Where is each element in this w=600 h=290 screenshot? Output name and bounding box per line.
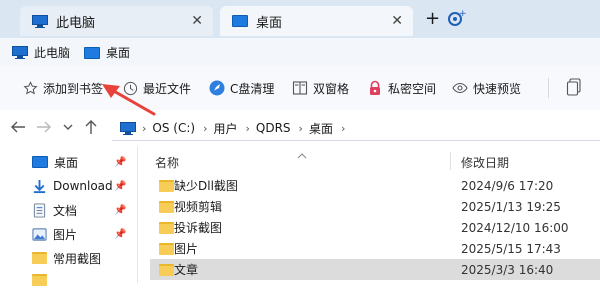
breadcrumb-user[interactable]: QDRS › — [256, 121, 303, 135]
breadcrumb-users[interactable]: 用户 › — [213, 120, 249, 137]
tab-bar: 此电脑 ✕ 桌面 ✕ + + — [0, 0, 600, 38]
nav-item-desktop[interactable]: 桌面 📌 — [32, 152, 132, 172]
breadcrumb-drive[interactable]: OS (C:) › — [152, 121, 207, 135]
chevron-right-icon: › — [142, 121, 147, 135]
file-row-selected[interactable]: 文章 2025/3/3 16:40 — [150, 259, 600, 280]
folder-icon — [159, 180, 174, 192]
toolbar: 添加到书签 最近文件 C盘清理 双窗格 私密空间 快速预览 — [0, 66, 600, 111]
file-modified: 2024/9/6 17:20 — [461, 178, 554, 193]
navigation-pane: 桌面 📌 Download 📌 文档 📌 图片 📌 常用截图 — [0, 146, 138, 286]
column-header-name[interactable]: 名称 — [155, 154, 179, 171]
tab-this-pc[interactable]: 此电脑 ✕ — [20, 6, 213, 36]
bookmark-bar: 此电脑 桌面 — [0, 38, 600, 66]
address-bar[interactable]: › OS (C:) › 用户 › QDRS › 桌面 › — [112, 116, 600, 141]
new-tab-button[interactable]: + — [425, 9, 440, 29]
close-icon[interactable]: ✕ — [191, 13, 203, 29]
file-row[interactable]: 缺少Dll截图 2024/9/6 17:20 — [150, 175, 600, 196]
address-row: › OS (C:) › 用户 › QDRS › 桌面 › — [0, 110, 600, 146]
c-cleanup-label: C盘清理 — [230, 81, 275, 96]
desktop-icon — [84, 46, 100, 59]
nav-item-label: 图片 — [53, 227, 78, 242]
file-row[interactable]: 投诉截图 2024/12/10 16:00 — [150, 217, 600, 238]
bookmark-label: 桌面 — [106, 46, 131, 60]
tab-options-icon[interactable]: + — [446, 8, 467, 28]
close-icon[interactable]: ✕ — [391, 13, 403, 29]
nav-item-download[interactable]: Download 📌 — [32, 176, 132, 196]
dual-pane-button[interactable]: 双窗格 — [292, 78, 349, 98]
file-modified: 2024/12/10 16:00 — [461, 220, 569, 235]
tab-label: 此电脑 — [56, 15, 96, 31]
breadcrumb-desktop[interactable]: 桌面 › — [309, 120, 345, 137]
nav-item-label: 桌面 — [54, 155, 79, 170]
desktop-icon — [32, 156, 48, 168]
quick-preview-button[interactable]: 快速预览 — [452, 78, 521, 98]
file-modified: 2025/3/3 16:40 — [461, 262, 554, 277]
monitor-icon — [32, 14, 48, 28]
bookmark-this-pc[interactable]: 此电脑 — [12, 44, 70, 61]
nav-item-pictures[interactable]: 图片 📌 — [32, 224, 132, 244]
file-name: 图片 — [174, 242, 199, 256]
nav-item-label: 常用截图 — [53, 251, 102, 266]
file-modified: 2025/1/13 19:25 — [461, 199, 561, 214]
add-bookmark-label: 添加到书签 — [43, 81, 104, 96]
folder-icon — [32, 252, 47, 264]
column-divider[interactable] — [450, 152, 451, 170]
nav-item-label: 文档 — [53, 203, 78, 218]
private-space-button[interactable]: 私密空间 — [367, 78, 436, 98]
tab-desktop[interactable]: 桌面 ✕ — [220, 6, 413, 36]
toolbar-divider — [548, 78, 549, 98]
pin-icon[interactable]: 📌 — [114, 181, 126, 192]
nav-item-label: Download — [53, 179, 113, 193]
document-icon — [32, 202, 47, 218]
back-arrow-icon[interactable] — [9, 118, 27, 140]
file-name: 文章 — [174, 263, 199, 277]
nav-item-folder[interactable] — [32, 270, 132, 290]
pin-icon[interactable]: 📌 — [114, 229, 126, 240]
file-row[interactable]: 视频剪辑 2025/1/13 19:25 — [150, 196, 600, 217]
folder-icon — [159, 222, 174, 234]
file-name: 缺少Dll截图 — [174, 179, 238, 193]
folder-icon — [159, 243, 174, 255]
file-name: 投诉截图 — [174, 221, 223, 235]
private-space-label: 私密空间 — [388, 81, 437, 96]
file-list-header: 名称 修改日期 — [150, 150, 600, 172]
file-row[interactable]: 图片 2025/5/15 17:43 — [150, 238, 600, 259]
folder-icon — [159, 264, 174, 276]
bookmark-label: 此电脑 — [34, 46, 71, 60]
rocket-icon — [209, 80, 225, 96]
add-bookmark-button[interactable]: 添加到书签 — [22, 78, 103, 98]
file-name: 视频剪辑 — [174, 200, 223, 214]
folder-icon — [32, 274, 47, 286]
drive-icon — [120, 121, 136, 135]
up-arrow-icon[interactable] — [82, 118, 100, 140]
nav-item-documents[interactable]: 文档 📌 — [32, 200, 132, 220]
c-cleanup-button[interactable]: C盘清理 — [209, 78, 274, 98]
desktop-icon — [232, 15, 248, 27]
file-modified: 2025/5/15 17:43 — [461, 241, 561, 256]
tab-label: 桌面 — [256, 15, 283, 31]
bookmark-desktop[interactable]: 桌面 — [84, 44, 130, 61]
quick-preview-label: 快速预览 — [473, 81, 522, 96]
star-icon — [22, 80, 38, 96]
pin-icon[interactable]: 📌 — [114, 157, 126, 168]
svg-text:+: + — [459, 9, 466, 19]
nav-item-screenshots[interactable]: 常用截图 — [32, 248, 132, 268]
monitor-icon — [12, 46, 28, 59]
column-header-modified[interactable]: 修改日期 — [461, 154, 509, 171]
recent-locations-chevron-icon[interactable] — [61, 118, 75, 140]
download-icon — [32, 179, 47, 194]
lock-icon — [367, 80, 383, 96]
picture-icon — [32, 227, 47, 242]
dual-pane-label: 双窗格 — [313, 81, 350, 96]
copy-icon[interactable] — [566, 78, 582, 99]
annotation-arrow — [98, 80, 156, 118]
forward-arrow-icon[interactable] — [35, 118, 53, 140]
folder-icon — [159, 201, 174, 213]
eye-icon — [452, 80, 468, 96]
dual-pane-icon — [292, 80, 308, 96]
pin-icon[interactable]: 📌 — [114, 205, 126, 216]
